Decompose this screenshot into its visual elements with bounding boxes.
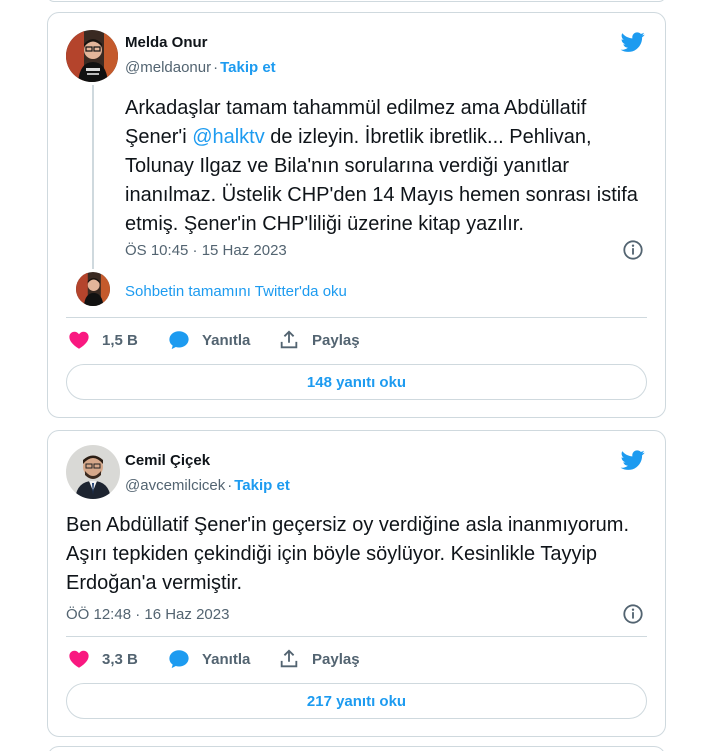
tweet-text: Ben Abdüllatif Şener'in geçersiz oy verd… [66, 514, 630, 594]
avatar[interactable] [66, 30, 118, 82]
divider [66, 636, 647, 637]
separator-dot: · [227, 477, 233, 494]
author-handle[interactable]: @avcemilcicek [125, 477, 225, 494]
read-conversation-link[interactable]: Sohbetin tamamını Twitter'da oku [125, 283, 347, 300]
twitter-bird-icon[interactable] [619, 30, 647, 54]
like-action[interactable]: 1,5 B [68, 329, 138, 351]
share-label: Paylaş [312, 331, 360, 349]
reply-action[interactable]: Yanıtla [168, 648, 250, 670]
handle-line: @meldaonur · Takip et [125, 59, 276, 76]
heart-icon [69, 650, 89, 668]
like-action[interactable]: 3,3 B [68, 648, 138, 670]
author-name[interactable]: Melda Onur [125, 34, 208, 51]
share-upload-icon [280, 330, 298, 349]
thread-avatar[interactable] [76, 272, 110, 306]
previous-tweet-card [47, 0, 666, 2]
info-icon[interactable] [622, 603, 644, 625]
follow-button[interactable]: Takip et [220, 59, 276, 76]
like-count: 3,3 B [102, 650, 138, 668]
author-handle[interactable]: @meldaonur [125, 59, 211, 76]
separator-dot: · [213, 59, 219, 76]
follow-button[interactable]: Takip et [234, 477, 290, 494]
author-name[interactable]: Cemil Çiçek [125, 452, 210, 469]
reply-label: Yanıtla [202, 650, 251, 668]
next-tweet-card [47, 746, 666, 751]
divider [66, 317, 647, 318]
info-icon[interactable] [622, 239, 644, 261]
like-count: 1,5 B [102, 331, 138, 349]
avatar[interactable] [66, 445, 120, 499]
reply-label: Yanıtla [202, 331, 251, 349]
share-action[interactable]: Paylaş [278, 329, 360, 351]
tweet-text: Arkadaşlar tamam tahammül edilmez ama Ab… [125, 94, 645, 239]
share-label: Paylaş [312, 650, 360, 668]
speech-bubble-icon [169, 331, 189, 350]
tweet-card: Cemil Çiçek @avcemilcicek · Takip et Ben A… [47, 430, 666, 737]
thread-connector [92, 85, 94, 269]
share-action[interactable]: Paylaş [278, 648, 360, 670]
reply-action[interactable]: Yanıtla [168, 329, 250, 351]
twitter-bird-icon[interactable] [619, 448, 647, 472]
read-replies-button[interactable]: 148 yanıtı oku [66, 364, 647, 400]
mention-link[interactable]: @halktv [192, 126, 265, 148]
read-replies-button[interactable]: 217 yanıtı oku [66, 683, 647, 719]
tweet-timestamp[interactable]: ÖÖ 12:48 · 16 Haz 2023 [66, 606, 229, 623]
heart-icon [69, 331, 89, 349]
tweet-card: Melda Onur @meldaonur · Takip et Arkadaşla… [47, 12, 666, 418]
tweet-timestamp[interactable]: ÖS 10:45 · 15 Haz 2023 [125, 242, 287, 259]
share-upload-icon [280, 649, 298, 668]
handle-line: @avcemilcicek · Takip et [125, 477, 290, 494]
speech-bubble-icon [169, 650, 189, 669]
